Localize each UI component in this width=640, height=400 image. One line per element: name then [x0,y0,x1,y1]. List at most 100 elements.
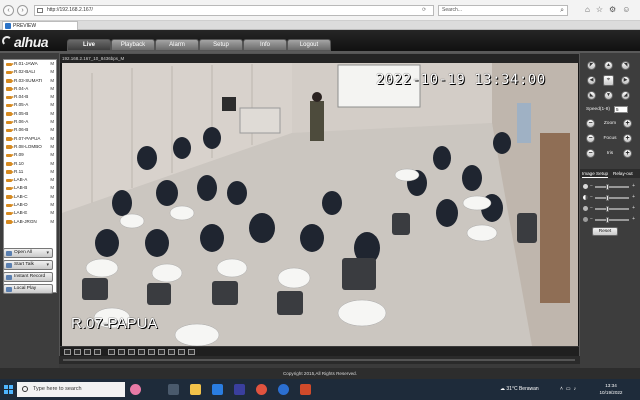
device-stream-flag[interactable]: M [50,85,54,93]
local-play-button[interactable]: Local Play [3,284,53,294]
tab-playback[interactable]: Playback [111,39,155,51]
device-stream-flag[interactable]: M [50,201,54,209]
iris-plus-button[interactable]: + [623,149,632,158]
device-list-item[interactable]: LAB-E M [4,209,56,217]
tab-logout[interactable]: Logout [287,39,331,51]
start-talk-button[interactable]: Start Talk ▾ [3,260,53,270]
device-list-item[interactable]: R.02-BALI M [4,68,56,76]
plus-icon[interactable]: + [632,183,635,190]
browser-tab-preview[interactable]: PREVIEW [2,21,78,30]
device-stream-flag[interactable]: M [50,218,54,226]
device-list-item[interactable]: R.06-B M [4,126,56,134]
device-stream-flag[interactable]: M [50,168,54,176]
address-bar[interactable]: http://192.168.2.167/ [34,5,434,16]
zoom-in-button[interactable]: + [623,119,632,128]
layout-16-icon[interactable] [94,349,101,355]
open-all-button[interactable]: Open All ▾ [3,248,53,258]
device-stream-flag[interactable]: M [50,193,54,201]
tab-setup[interactable]: Setup [199,39,243,51]
camera-video-feed[interactable]: 2022-10-19 13:34:00 R.07-PAPUA [62,63,578,346]
plus-icon[interactable]: + [632,194,635,201]
ptz-down-right-icon[interactable]: ◢ [621,91,630,100]
windows-start-icon[interactable] [4,385,13,394]
taskbar-search-input[interactable]: Type here to search [17,382,125,397]
ptz-left-icon[interactable]: ◀ [587,76,596,85]
device-stream-flag[interactable]: M [50,151,54,159]
snapshot-icon[interactable] [128,349,135,355]
device-list-item[interactable]: LAB-D M [4,201,56,209]
ptz-up-right-icon[interactable]: ◥ [621,61,630,70]
slider-thumb[interactable] [605,195,609,201]
device-list-item[interactable]: LAB-C M [4,193,56,201]
system-tray[interactable]: ˄▭♪ [560,379,579,400]
browser-search-input[interactable]: Search... ⌕ [438,5,568,16]
minus-icon[interactable]: − [590,183,593,190]
minus-icon[interactable]: − [590,194,593,201]
ptz-center-icon[interactable]: ⌖ [603,75,614,86]
close-video-icon[interactable] [168,349,175,355]
powerpoint-icon[interactable] [300,384,311,395]
volume-icon[interactable]: ♪ [574,386,580,392]
minus-icon[interactable]: − [590,205,593,212]
plus-icon[interactable]: + [632,216,635,223]
ptz-down-icon[interactable]: ▼ [604,91,613,100]
task-view-icon[interactable] [168,384,179,395]
layout-4-icon[interactable] [74,349,81,355]
refresh-icon[interactable]: ⟳ [422,5,426,16]
ie-icon[interactable] [278,384,289,395]
device-list-item[interactable]: R.03-SUMATI M [4,77,56,85]
device-stream-flag[interactable]: M [50,176,54,184]
zoom-toolbar-icon[interactable] [148,349,155,355]
device-stream-flag[interactable]: M [50,101,54,109]
device-list-item[interactable]: R.06-A M [4,118,56,126]
slider-thumb[interactable] [605,206,609,212]
device-stream-flag[interactable]: M [50,68,54,76]
plus-icon[interactable]: + [632,205,635,212]
back-button[interactable]: ‹ [3,5,14,16]
audio-icon[interactable] [158,349,165,355]
device-stream-flag[interactable]: M [50,77,54,85]
tab-relay-out[interactable]: Relay-out [613,170,633,177]
network-icon[interactable]: ▭ [566,386,574,392]
taskbar-clock[interactable]: 13:34 10/19/2022 [594,382,628,396]
iris-minus-button[interactable]: − [586,149,595,158]
weather-widget[interactable]: ☁ 31°C Berawan [500,379,539,400]
tab-alarm[interactable]: Alarm [155,39,199,51]
gear-icon[interactable]: ⚙ [609,5,622,14]
slider-track[interactable] [595,195,629,201]
device-stream-flag[interactable]: M [50,93,54,101]
device-list-item[interactable]: R.05-A M [4,101,56,109]
slider-thumb[interactable] [605,184,609,190]
ptz-right-icon[interactable]: ▶ [621,76,630,85]
record-toolbar-icon[interactable] [138,349,145,355]
device-stream-flag[interactable]: M [50,135,54,143]
device-list-item[interactable]: R.04-A M [4,85,56,93]
device-list-item[interactable]: R.05-B M [4,110,56,118]
reset-button[interactable]: Reset [592,227,618,236]
store-icon[interactable] [234,384,245,395]
device-list-item[interactable]: R.11 M [4,168,56,176]
device-list-item[interactable]: R.01-JAWA M [4,60,56,68]
pink-ribbon-icon[interactable] [130,384,141,395]
focus-minus-button[interactable]: − [586,134,595,143]
layout-9-icon[interactable] [84,349,91,355]
minus-icon[interactable]: − [590,216,593,223]
device-stream-flag[interactable]: M [50,60,54,68]
file-explorer-icon[interactable] [190,384,201,395]
smiley-icon[interactable]: ☺ [622,5,636,14]
device-list-item[interactable]: LAB-JRGN M [4,218,56,226]
device-stream-flag[interactable]: M [50,160,54,168]
focus-plus-button[interactable]: + [623,134,632,143]
device-list-item[interactable]: R.08-LOMBO M [4,143,56,151]
device-list-item[interactable]: LAB-A M [4,176,56,184]
tab-image-setup[interactable]: Image Setup [582,170,609,178]
ptz-up-left-icon[interactable]: ◤ [587,61,596,70]
slider-track[interactable] [595,184,629,190]
device-list-item[interactable]: LAB-B M [4,184,56,192]
device-stream-flag[interactable]: M [50,110,54,118]
device-stream-flag[interactable]: M [50,184,54,192]
home-icon[interactable]: ⌂ [585,5,596,14]
search-icon[interactable]: ⌕ [560,7,564,15]
tab-info[interactable]: Info [243,39,287,51]
device-list-item[interactable]: R.04-B M [4,93,56,101]
